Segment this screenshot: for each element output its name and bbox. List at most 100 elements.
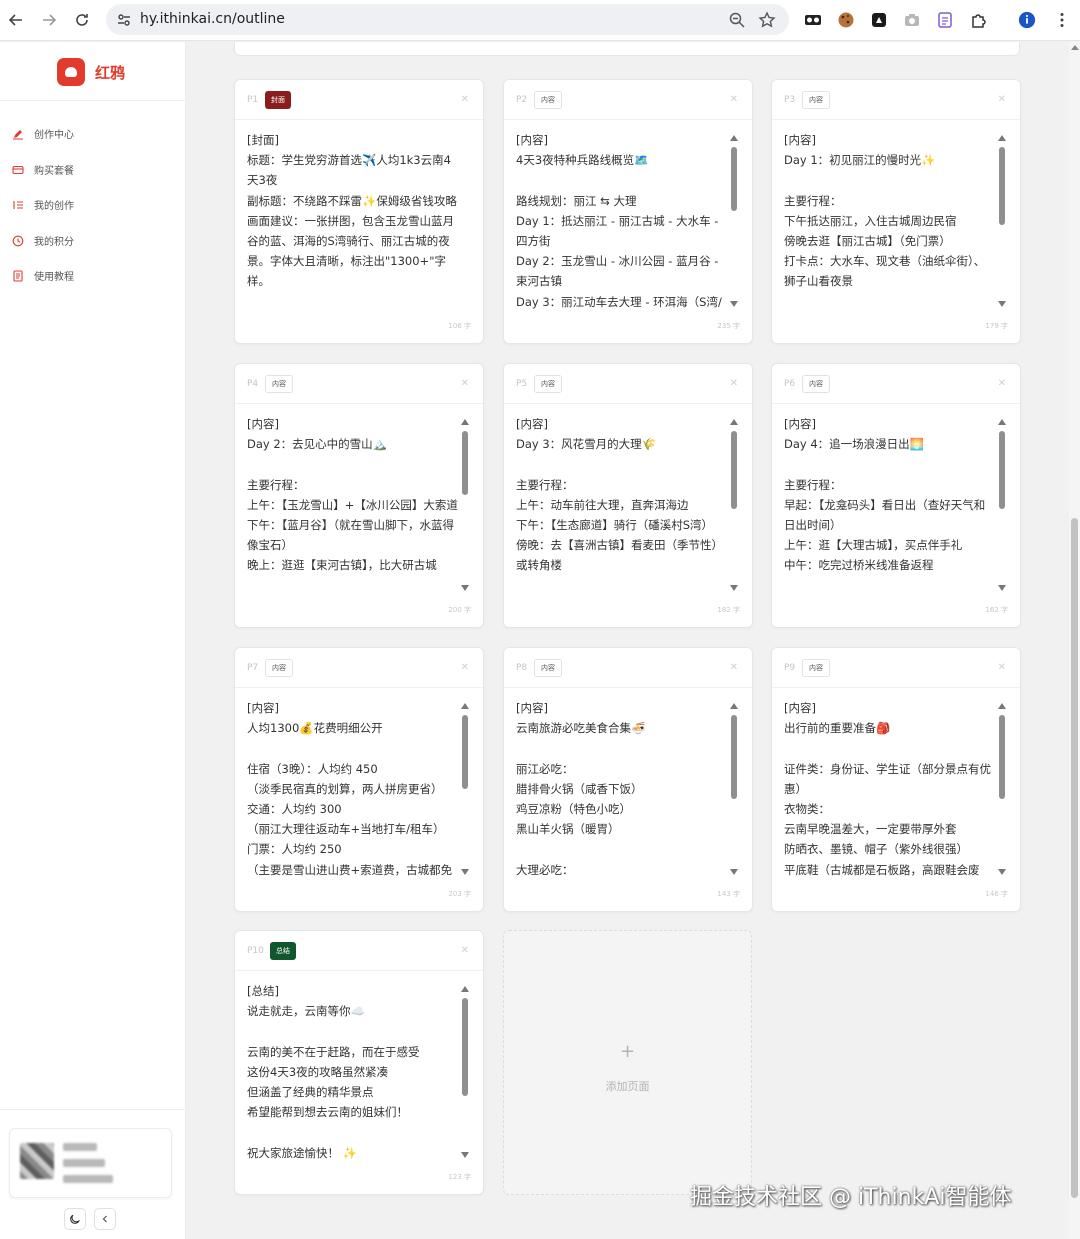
page-number: P9 xyxy=(784,663,796,673)
page-number: P8 xyxy=(516,663,528,673)
page-content-textarea[interactable]: [内容] Day 2：去见心中的雪山🏔️ 主要行程： 上午：【玉龙雪山】+【冰川… xyxy=(247,414,459,597)
user-profile-card[interactable] xyxy=(9,1128,172,1198)
sidebar-divider xyxy=(0,100,186,101)
word-count: 162 字 xyxy=(985,606,1008,614)
word-count: 203 字 xyxy=(448,890,471,898)
add-page-button[interactable]: + 添加页面 xyxy=(503,930,752,1195)
page-card[interactable]: P7 内容 ✕ [内容] 人均1300💰花费明细公开 住宿（3晚）：人均约 45… xyxy=(234,647,484,912)
delete-page-icon[interactable]: ✕ xyxy=(998,662,1006,673)
delete-page-icon[interactable]: ✕ xyxy=(461,945,469,956)
reload-icon[interactable] xyxy=(70,8,94,32)
add-page-label: 添加页面 xyxy=(605,1080,650,1093)
textarea-scrollbar[interactable] xyxy=(998,135,1006,307)
page-type-badge: 内容 xyxy=(802,375,830,393)
moon-icon xyxy=(70,1214,80,1224)
site-settings-icon[interactable] xyxy=(116,12,132,28)
extension-cookie-icon[interactable] xyxy=(837,11,855,29)
textarea-scrollbar[interactable] xyxy=(730,703,738,875)
brand-logo-icon xyxy=(57,58,85,86)
page-card[interactable]: P10 总结 ✕ [总结] 说走就走，云南等你☁️ 云南的美不在于赶路，而在于感… xyxy=(234,930,484,1195)
textarea-scrollbar[interactable] xyxy=(730,135,738,307)
extension-doc-icon[interactable] xyxy=(936,11,954,29)
back-icon[interactable] xyxy=(4,8,28,32)
delete-page-icon[interactable]: ✕ xyxy=(461,94,469,105)
page-content-textarea[interactable]: [内容] Day 1：初见丽江的慢时光✨ 主要行程： 下午抵达丽江，入住古城周边… xyxy=(784,130,996,313)
extensions-puzzle-icon[interactable] xyxy=(970,11,988,29)
page-content-textarea[interactable]: [内容] 出行前的重要准备🎒 证件类：身份证、学生证（部分景点有优惠） 衣物类：… xyxy=(784,698,996,881)
outline-header-stub xyxy=(234,42,1020,56)
page-card[interactable]: P2 内容 ✕ [内容] 4天3夜特种兵路线概览🗺️ 路线规划：丽江 ⇆ 大理 … xyxy=(503,79,753,344)
page-scrollbar[interactable] xyxy=(1069,42,1080,1239)
page-number: P5 xyxy=(516,379,528,389)
page-type-badge: 内容 xyxy=(802,659,830,677)
sidebar-item-my-creations[interactable]: 我的创作 xyxy=(12,197,74,212)
delete-page-icon[interactable]: ✕ xyxy=(730,378,738,389)
extension-dark-icon[interactable] xyxy=(870,11,888,29)
page-content-textarea[interactable]: [封面] 标题：学生党穷游首选✈️人均1k3云南4天3夜 副标题：不绕路不踩雷✨… xyxy=(247,130,459,313)
sidebar-item-label: 使用教程 xyxy=(34,272,74,283)
page-content-textarea[interactable]: [总结] 说走就走，云南等你☁️ 云南的美不在于赶路，而在于感受 这份4天3夜的… xyxy=(247,981,459,1164)
extension-camera-icon[interactable] xyxy=(903,11,921,29)
delete-page-icon[interactable]: ✕ xyxy=(461,378,469,389)
url-text[interactable]: hy.ithinkai.cn/outline xyxy=(140,11,285,27)
sidebar-item-tutorial[interactable]: 使用教程 xyxy=(12,268,74,283)
textarea-scrollbar[interactable] xyxy=(730,419,738,591)
page-content-textarea[interactable]: [内容] Day 3：风花雪月的大理🌾 主要行程： 上午：动车前往大理，直奔洱海… xyxy=(516,414,728,597)
textarea-scrollbar[interactable] xyxy=(461,703,469,875)
sidebar: 红鸦 创作中心 购买套餐 我的创作 我的积分 使用教程 xyxy=(0,42,186,1239)
profile-avatar-icon[interactable] xyxy=(1018,11,1036,29)
textarea-scrollbar[interactable] xyxy=(461,986,469,1158)
bookmark-star-icon[interactable] xyxy=(758,11,776,29)
textarea-scrollbar[interactable] xyxy=(998,703,1006,875)
delete-page-icon[interactable]: ✕ xyxy=(998,94,1006,105)
page-card[interactable]: P4 内容 ✕ [内容] Day 2：去见心中的雪山🏔️ 主要行程： 上午：【玉… xyxy=(234,363,484,628)
menu-kebab-icon[interactable] xyxy=(1053,11,1071,29)
redacted-info xyxy=(63,1175,113,1183)
address-bar[interactable]: hy.ithinkai.cn/outline xyxy=(106,4,789,35)
textarea-scrollbar[interactable] xyxy=(998,419,1006,591)
forward-icon[interactable] xyxy=(37,8,61,32)
page-card[interactable]: P5 内容 ✕ [内容] Day 3：风花雪月的大理🌾 主要行程： 上午：动车前… xyxy=(503,363,753,628)
word-count: 182 字 xyxy=(717,606,740,614)
page-content-textarea[interactable]: [内容] 4天3夜特种兵路线概览🗺️ 路线规划：丽江 ⇆ 大理 Day 1：抵达… xyxy=(516,130,728,313)
delete-page-icon[interactable]: ✕ xyxy=(730,662,738,673)
sidebar-item-create-center[interactable]: 创作中心 xyxy=(12,126,74,141)
collapse-sidebar-button[interactable] xyxy=(94,1208,116,1230)
theme-toggle-button[interactable] xyxy=(64,1208,86,1230)
document-icon xyxy=(13,269,23,282)
sidebar-item-label: 我的创作 xyxy=(34,201,74,212)
sidebar-item-label: 创作中心 xyxy=(34,130,74,141)
page-type-badge: 内容 xyxy=(265,375,293,393)
redacted-username xyxy=(63,1143,97,1151)
page-number: P2 xyxy=(516,95,528,105)
page-scroll-thumb[interactable] xyxy=(1071,518,1078,1198)
page-content-textarea[interactable]: [内容] Day 4：追一场浪漫日出🌅 主要行程： 早起：【龙龛码头】看日出（查… xyxy=(784,414,996,597)
delete-page-icon[interactable]: ✕ xyxy=(730,94,738,105)
delete-page-icon[interactable]: ✕ xyxy=(461,662,469,673)
delete-page-icon[interactable]: ✕ xyxy=(998,378,1006,389)
sidebar-item-my-points[interactable]: 我的积分 xyxy=(12,233,74,248)
page-card[interactable]: P6 内容 ✕ [内容] Day 4：追一场浪漫日出🌅 主要行程： 早起：【龙龛… xyxy=(771,363,1021,628)
textarea-scrollbar[interactable] xyxy=(461,419,469,591)
list-icon xyxy=(13,200,23,209)
brand-logo[interactable]: 红鸦 xyxy=(57,58,125,86)
page-type-badge: 封面 xyxy=(265,91,291,109)
page-content-textarea[interactable]: [内容] 云南旅游必吃美食合集🍜 丽江必吃： 腊排骨火锅（咸香下饭） 鸡豆凉粉（… xyxy=(516,698,728,881)
word-count: 179 字 xyxy=(985,322,1008,330)
sidebar-item-buy-plan[interactable]: 购买套餐 xyxy=(12,162,74,177)
card-header: P3 内容 ✕ xyxy=(772,80,1020,120)
word-count: 106 字 xyxy=(448,322,471,330)
plus-icon: + xyxy=(619,1041,636,1062)
zoom-icon[interactable] xyxy=(728,11,746,29)
extension-glasses-icon[interactable] xyxy=(804,11,822,29)
page-card[interactable]: P9 内容 ✕ [内容] 出行前的重要准备🎒 证件类：身份证、学生证（部分景点有… xyxy=(771,647,1021,912)
word-count: 200 字 xyxy=(448,606,471,614)
chevron-left-icon xyxy=(102,1215,107,1223)
page-number: P7 xyxy=(247,663,259,673)
page-number: P10 xyxy=(247,946,264,956)
page-card[interactable]: P8 内容 ✕ [内容] 云南旅游必吃美食合集🍜 丽江必吃： 腊排骨火锅（咸香下… xyxy=(503,647,753,912)
scroll-up-arrow[interactable] xyxy=(1071,45,1079,50)
page-card[interactable]: P3 内容 ✕ [内容] Day 1：初见丽江的慢时光✨ 主要行程： 下午抵达丽… xyxy=(771,79,1021,344)
page-card[interactable]: P1 封面 ✕ [封面] 标题：学生党穷游首选✈️人均1k3云南4天3夜 副标题… xyxy=(234,79,484,344)
page-content-textarea[interactable]: [内容] 人均1300💰花费明细公开 住宿（3晚）：人均约 450 （淡季民宿真… xyxy=(247,698,459,881)
